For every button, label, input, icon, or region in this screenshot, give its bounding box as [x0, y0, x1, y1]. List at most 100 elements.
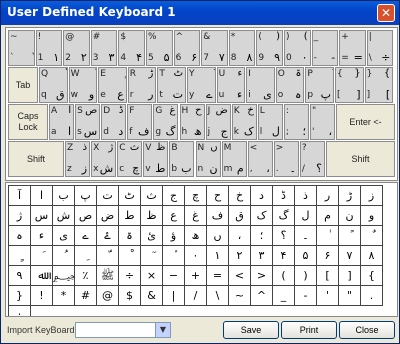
- grid-cell[interactable]: ل: [295, 206, 317, 226]
- grid-cell[interactable]: .: [361, 286, 383, 306]
- grid-cell[interactable]: ے: [75, 226, 97, 246]
- grid-cell[interactable]: ': [317, 286, 339, 306]
- grid-cell[interactable]: ۃ: [119, 226, 141, 246]
- grid-cell[interactable]: ژ: [9, 206, 31, 226]
- grid-cell[interactable]: ٌ: [361, 226, 383, 246]
- grid-cell[interactable]: ٓ: [141, 246, 163, 266]
- grid-cell[interactable]: }: [9, 286, 31, 306]
- key[interactable]: ? / ؟: [299, 141, 325, 177]
- key[interactable]: Hح hھ: [179, 104, 205, 140]
- key[interactable]: @2 ۲: [63, 30, 90, 66]
- key[interactable]: Yَyے: [187, 67, 216, 103]
- grid-cell[interactable]: ح: [207, 186, 229, 206]
- grid-cell[interactable]: ٪: [75, 266, 97, 286]
- grid-cell[interactable]: ض: [97, 206, 119, 226]
- close-button[interactable]: Close: [339, 321, 395, 339]
- grid-cell[interactable]: {: [361, 266, 383, 286]
- key[interactable]: | \ ÷: [366, 30, 394, 66]
- grid-cell[interactable]: ۹: [9, 266, 31, 286]
- key[interactable]: & 7 ۷: [201, 30, 228, 66]
- grid-cell[interactable]: &: [141, 286, 163, 306]
- print-button[interactable]: Print: [281, 321, 337, 339]
- grid-cell[interactable]: ): [295, 266, 317, 286]
- grid-cell[interactable]: ٍ: [9, 246, 31, 266]
- grid-cell[interactable]: -: [295, 286, 317, 306]
- key[interactable]: " ' ،: [310, 104, 336, 140]
- key[interactable]: Iٰiی: [246, 67, 275, 103]
- grid-cell[interactable]: #: [75, 286, 97, 306]
- grid-cell[interactable]: ْ: [119, 246, 141, 266]
- key[interactable]: Wٌwو: [68, 67, 98, 103]
- key[interactable]: Eٍeع: [98, 67, 127, 103]
- left-shift-key[interactable]: Shift: [8, 141, 64, 177]
- grid-cell[interactable]: ×: [141, 266, 163, 286]
- grid-cell[interactable]: ~: [229, 286, 251, 306]
- grid-cell[interactable]: +: [185, 266, 207, 286]
- key[interactable]: ) (0 ۰: [284, 30, 311, 66]
- grid-cell[interactable]: ص: [75, 206, 97, 226]
- tab-key[interactable]: Tab: [8, 67, 38, 103]
- key[interactable]: >. ۔: [273, 141, 299, 177]
- grid-cell[interactable]: ÷: [119, 266, 141, 286]
- grid-cell[interactable]: /: [185, 286, 207, 306]
- key[interactable]: Jض jج: [205, 104, 231, 140]
- grid-cell[interactable]: ً: [339, 226, 361, 246]
- grid-cell[interactable]: ۰: [185, 246, 207, 266]
- grid-cell[interactable]: ": [339, 286, 361, 306]
- grid-cell[interactable]: ٰ: [317, 226, 339, 246]
- grid-cell[interactable]: <: [229, 266, 251, 286]
- grid-cell[interactable]: ط: [119, 206, 141, 226]
- grid-cell[interactable]: ز: [361, 186, 383, 206]
- key[interactable]: Gغ gگ: [153, 104, 179, 140]
- grid-cell[interactable]: ۲: [229, 246, 251, 266]
- grid-cell[interactable]: ب: [53, 186, 75, 206]
- grid-cell[interactable]: ج: [163, 186, 185, 206]
- key[interactable]: ! 1 ۱: [35, 30, 63, 66]
- grid-cell[interactable]: و: [361, 206, 383, 226]
- grid-cell[interactable]: (: [273, 266, 295, 286]
- grid-cell[interactable]: ؛: [251, 226, 273, 246]
- grid-cell[interactable]: >: [251, 266, 273, 286]
- grid-cell[interactable]: س: [31, 206, 53, 226]
- key[interactable]: <, ،: [247, 141, 273, 177]
- key[interactable]: Vظ vط: [143, 141, 169, 177]
- grid-cell[interactable]: ئ: [141, 226, 163, 246]
- key[interactable]: R ڑ r ر: [127, 67, 157, 103]
- grid-cell[interactable]: _: [273, 286, 295, 306]
- grid-cell[interactable]: ع: [163, 206, 185, 226]
- grid-cell[interactable]: ڈ: [273, 186, 295, 206]
- grid-cell[interactable]: =: [207, 266, 229, 286]
- key[interactable]: Pُpپ: [305, 67, 334, 103]
- key[interactable]: Llل: [257, 104, 283, 140]
- grid-cell[interactable]: پ: [75, 186, 97, 206]
- grid-cell[interactable]: ق: [229, 206, 251, 226]
- key[interactable]: Oۃ oہ: [275, 67, 305, 103]
- grid-cell[interactable]: ؟: [273, 226, 295, 246]
- grid-cell[interactable]: غ: [185, 206, 207, 226]
- key[interactable]: Xژ xش: [91, 141, 117, 177]
- grid-cell[interactable]: ں: [207, 226, 229, 246]
- close-window-button[interactable]: ✕: [377, 4, 395, 22]
- key[interactable]: % 5 ۵: [146, 30, 173, 66]
- grid-cell[interactable]: ن: [339, 206, 361, 226]
- key[interactable]: Mmم: [221, 141, 247, 177]
- grid-cell[interactable]: ٔ: [163, 246, 185, 266]
- key[interactable]: $4 ۴: [118, 30, 145, 66]
- key[interactable]: Cث cچ: [117, 141, 143, 177]
- grid-cell[interactable]: ۴: [273, 246, 295, 266]
- grid-cell[interactable]: آ: [9, 186, 31, 206]
- grid-cell[interactable]: ک: [251, 206, 273, 226]
- key[interactable]: Kخ kک: [231, 104, 257, 140]
- key[interactable]: Tٹ tت: [157, 67, 186, 103]
- grid-cell[interactable]: ۸: [361, 246, 383, 266]
- grid-cell[interactable]: ۓ: [97, 226, 119, 246]
- right-shift-key[interactable]: Shift: [326, 141, 395, 177]
- grid-cell[interactable]: :: [9, 306, 31, 316]
- key[interactable]: } {] [: [364, 67, 394, 103]
- key[interactable]: * 8 ۸: [228, 30, 256, 66]
- grid-cell[interactable]: د: [251, 186, 273, 206]
- grid-cell[interactable]: ؤ: [163, 226, 185, 246]
- import-keyboard-select[interactable]: ▼: [75, 322, 171, 338]
- grid-cell[interactable]: |: [163, 286, 185, 306]
- grid-cell[interactable]: [: [317, 266, 339, 286]
